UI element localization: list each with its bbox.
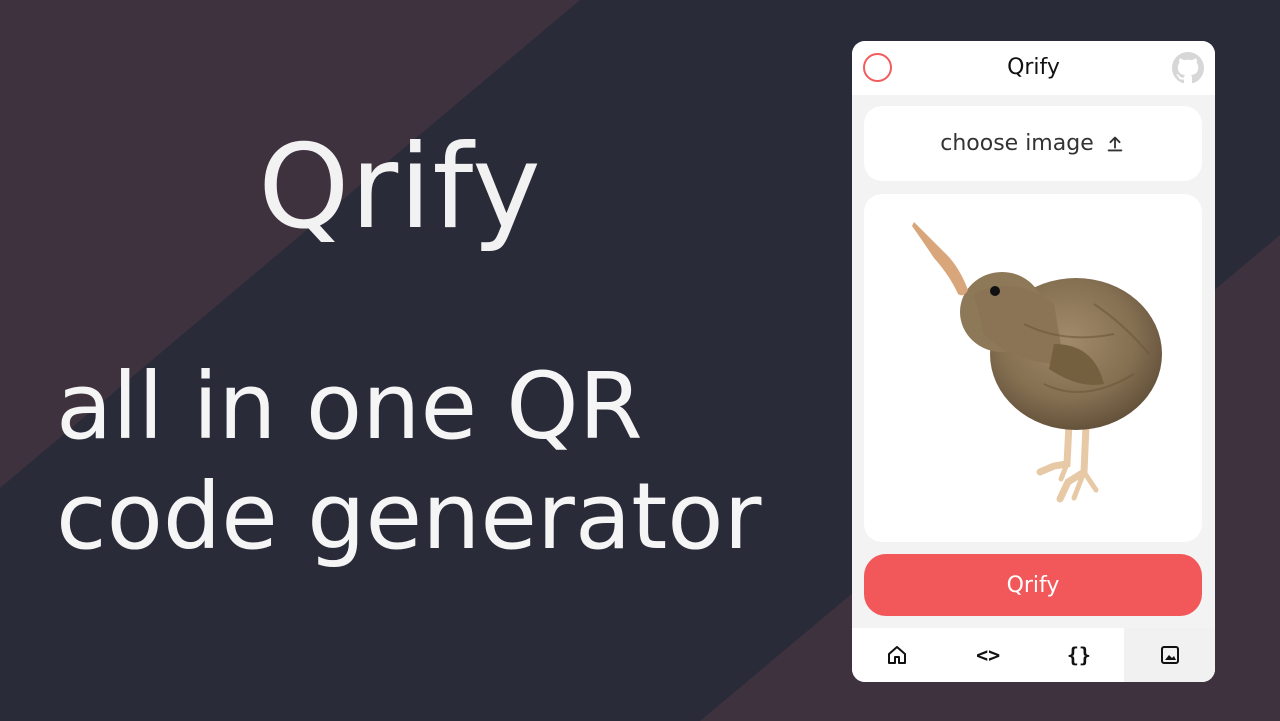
choose-image-button[interactable]: choose image (864, 106, 1202, 181)
image-icon (1160, 646, 1179, 664)
code-icon: <> (976, 643, 1001, 667)
app-header: Qrify (852, 41, 1215, 95)
nav-json[interactable]: {} (1034, 628, 1125, 682)
image-preview (864, 194, 1202, 542)
tagline-line-2: code generator (56, 463, 762, 571)
kiwi-bird-illustration (912, 222, 1162, 503)
qrify-button[interactable]: Qrify (864, 554, 1202, 616)
hero-tagline: all in one QR code generator (56, 352, 816, 573)
bottom-nav: <> {} (852, 628, 1215, 682)
tagline-line-1: all in one QR (56, 353, 643, 460)
github-icon[interactable] (1172, 52, 1204, 84)
upload-icon (1107, 136, 1123, 151)
nav-home[interactable] (852, 628, 943, 682)
nav-code[interactable]: <> (943, 628, 1034, 682)
json-braces-icon: {} (1066, 643, 1091, 667)
choose-image-label: choose image (940, 131, 1094, 156)
nav-image[interactable] (1124, 628, 1215, 682)
hero-title: Qrify (258, 120, 542, 255)
home-icon (888, 646, 907, 664)
app-mockup: Qrify choose image Qrify <> {} (852, 41, 1215, 682)
app-title: Qrify (1007, 55, 1060, 80)
